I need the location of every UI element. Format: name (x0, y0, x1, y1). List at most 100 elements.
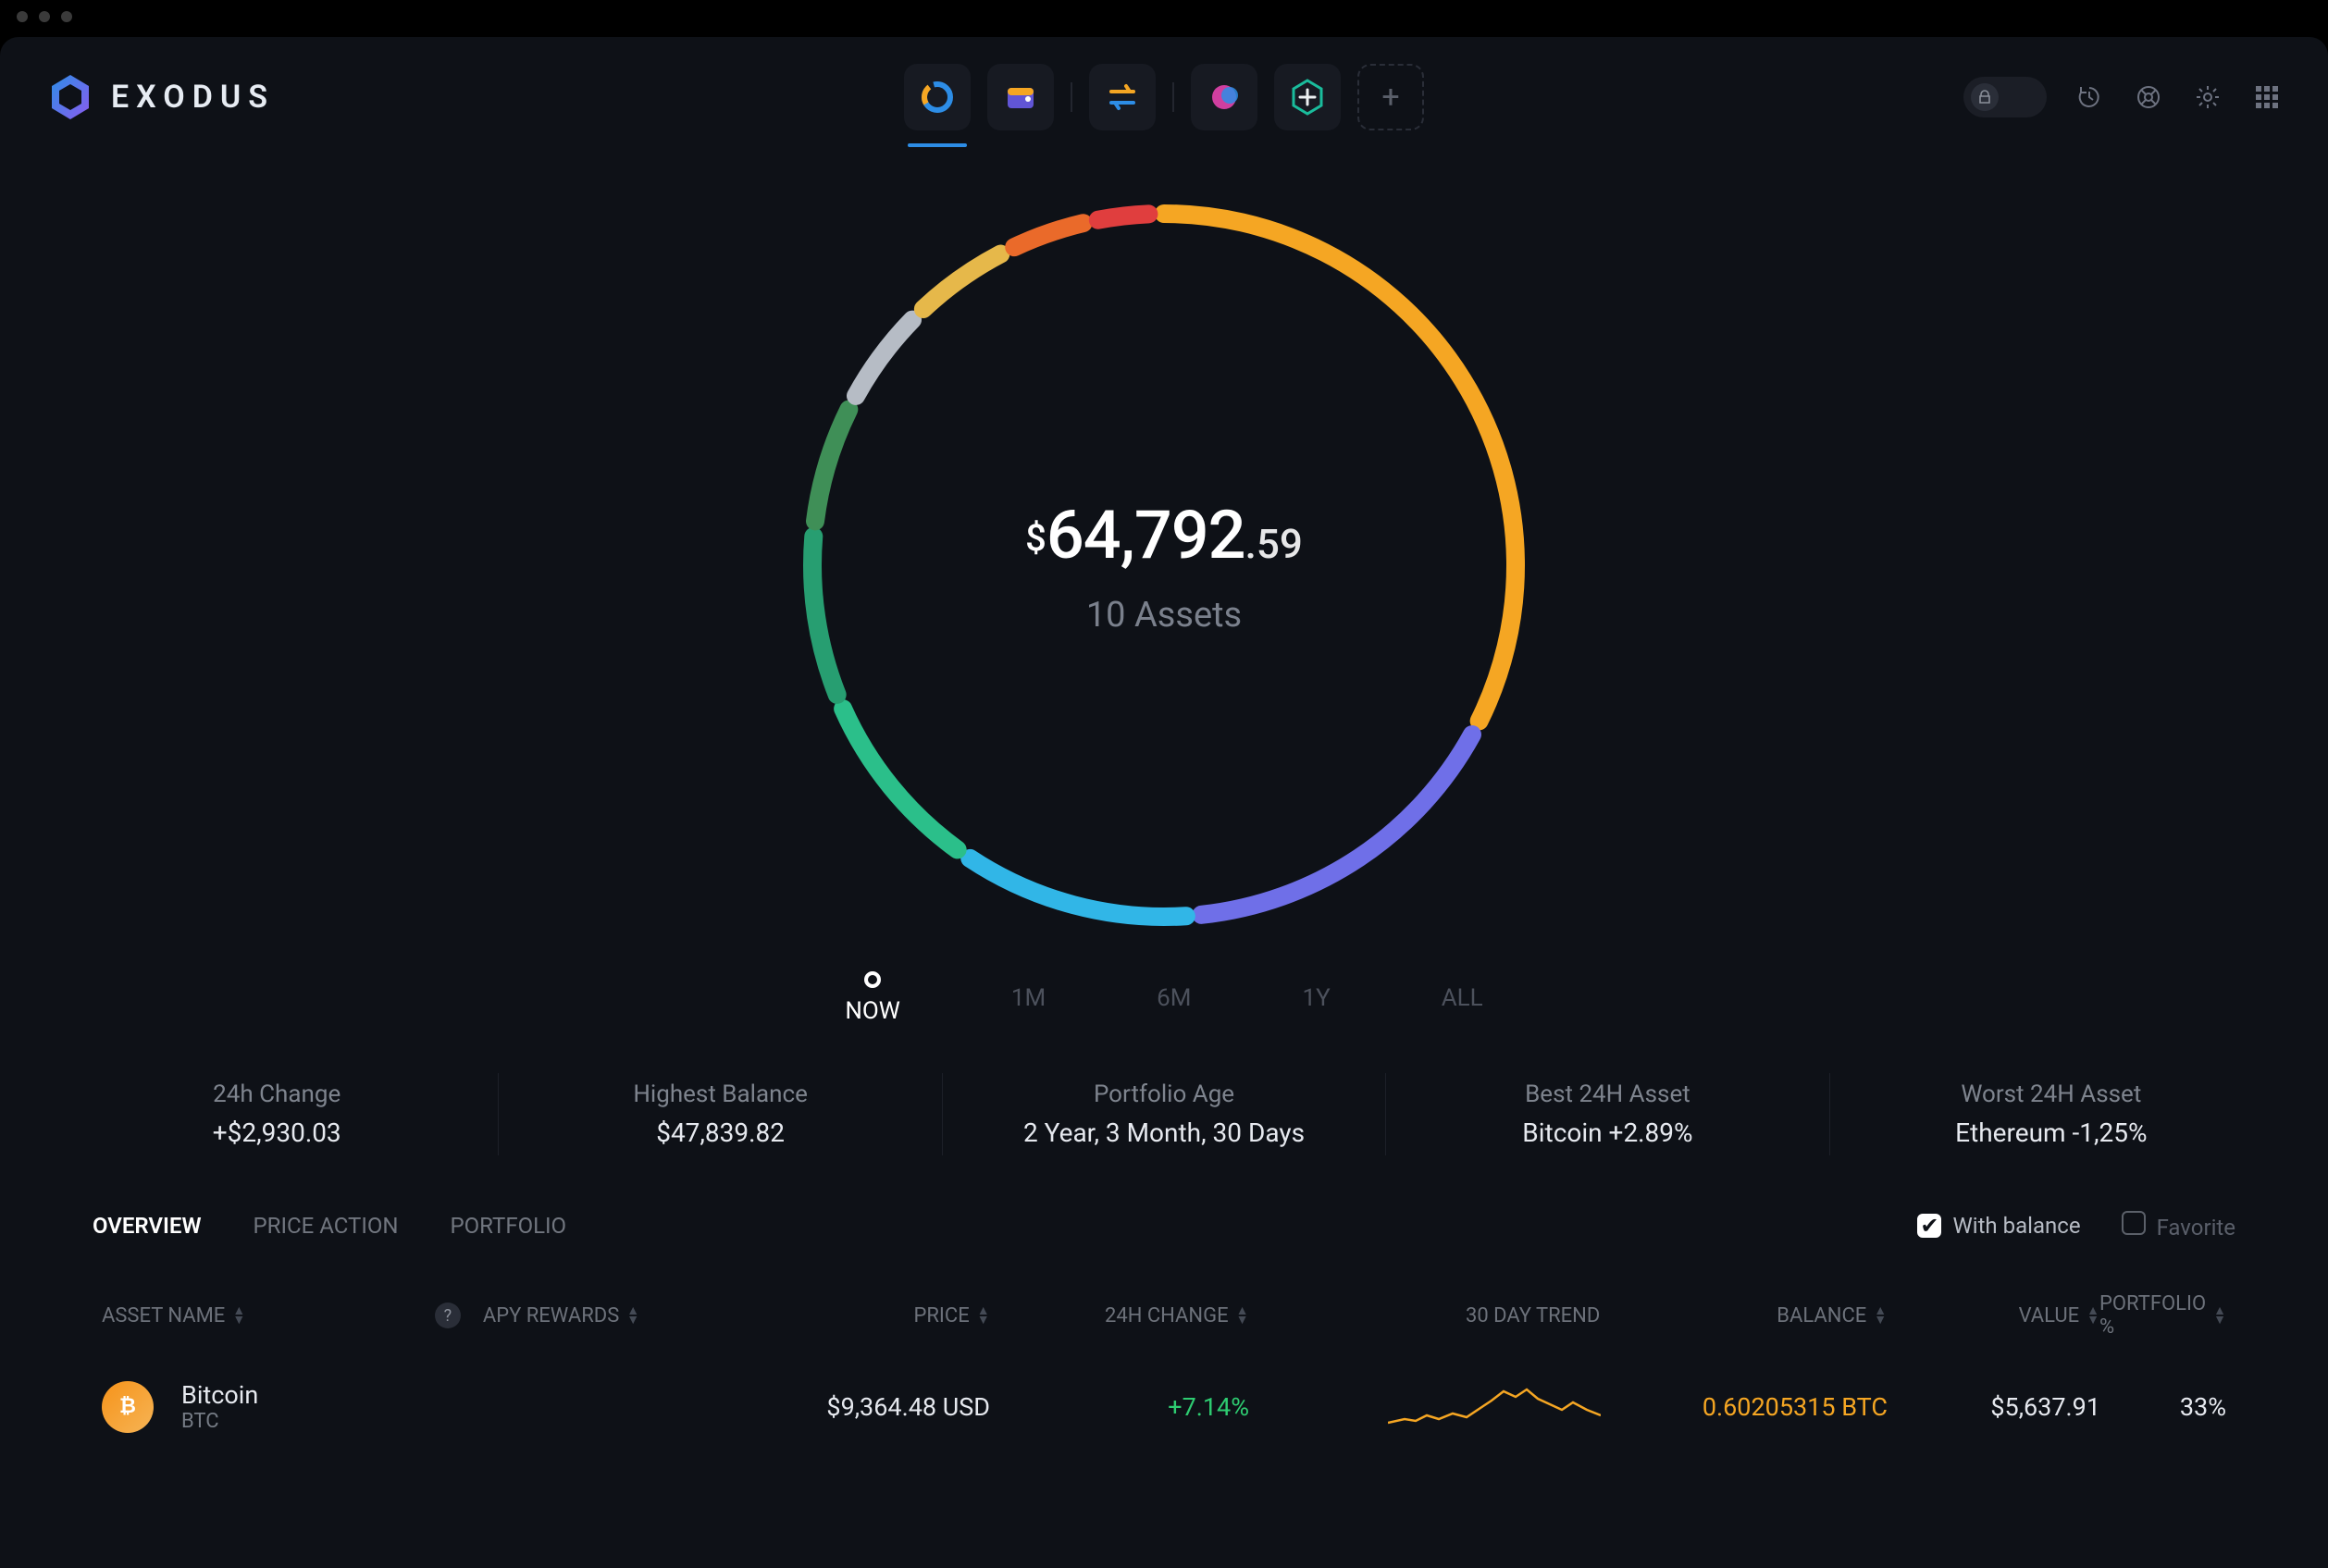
brand-name: EXODUS (111, 79, 275, 116)
top-right (1963, 77, 2284, 117)
tab-portfolio[interactable]: PORTFOLIO (451, 1213, 567, 1239)
col-asset-name[interactable]: ASSET NAME▲▼ (102, 1304, 435, 1327)
nav-separator (1172, 82, 1174, 112)
filter-with-balance[interactable]: ✔ With balance (1917, 1213, 2080, 1239)
checkbox-checked-icon: ✔ (1917, 1214, 1941, 1238)
timeframe-label: 1Y (1302, 984, 1330, 1012)
balance-integer: 64,792 (1046, 496, 1245, 574)
timeframe-label: 6M (1157, 984, 1191, 1012)
stat-highest-balance: Highest Balance $47,839.82 (498, 1073, 941, 1155)
col-24h-change[interactable]: 24H CHANGE▲▼ (990, 1304, 1249, 1327)
cell-asset: ₿ Bitcoin BTC (102, 1381, 435, 1433)
currency-symbol: $ (1025, 516, 1046, 560)
lock-icon (1971, 83, 1999, 111)
stat-24h-change: 24h Change +$2,930.03 (56, 1073, 498, 1155)
filter-label: Favorite (2157, 1215, 2235, 1241)
support-button[interactable] (2132, 80, 2165, 114)
nav-exchange[interactable] (1089, 64, 1156, 130)
balance-decimal: .59 (1245, 520, 1303, 568)
sort-icon: ▲▼ (2087, 1306, 2099, 1325)
stat-label: Highest Balance (499, 1080, 941, 1108)
timeframe-all[interactable]: ALL (1442, 984, 1483, 1012)
nav-apps[interactable] (1274, 64, 1341, 130)
tab-price-action[interactable]: PRICE ACTION (254, 1213, 399, 1239)
table-filters: ✔ With balance Favorite (1917, 1211, 2235, 1241)
cell-balance: 0.60205315 BTC (1601, 1392, 1888, 1422)
col-portfolio-pct[interactable]: PORTFOLIO %▲▼ (2099, 1292, 2226, 1339)
stat-label: Best 24H Asset (1386, 1080, 1828, 1108)
hex-plus-icon (1288, 78, 1327, 117)
ring-icon (919, 79, 956, 116)
stat-value: Ethereum -1,25% (1830, 1117, 2272, 1148)
stat-best-asset: Best 24H Asset Bitcoin +2.89% (1385, 1073, 1828, 1155)
window-zoom-icon[interactable] (61, 11, 72, 22)
cell-trend (1249, 1382, 1601, 1432)
wallet-icon (1002, 79, 1039, 116)
sort-icon: ▲▼ (1874, 1306, 1887, 1325)
timeframe-now[interactable]: NOW (845, 971, 900, 1025)
tab-overview[interactable]: OVERVIEW (93, 1213, 202, 1239)
plus-icon: + (1381, 79, 1399, 116)
face-icon (1206, 79, 1243, 116)
cell-pct: 33% (2100, 1392, 2226, 1422)
timeframe-label: ALL (1442, 984, 1483, 1012)
window-close-icon[interactable] (17, 11, 28, 22)
nav-center: + (904, 64, 1424, 130)
history-button[interactable] (2073, 80, 2106, 114)
settings-button[interactable] (2191, 80, 2224, 114)
timeframe-1y[interactable]: 1Y (1302, 984, 1330, 1012)
main-content: $64,792.59 10 Assets NOW 1M 6M 1Y ALL 24… (0, 157, 2328, 1568)
cell-value: $5,637.91 (1888, 1392, 2100, 1422)
apps-grid-button[interactable] (2250, 80, 2284, 114)
svg-text:₿: ₿ (119, 1395, 136, 1418)
timeframe-label: NOW (845, 997, 900, 1025)
nav-separator (1071, 82, 1072, 112)
stat-value: +$2,930.03 (56, 1117, 498, 1148)
stat-label: 24h Change (56, 1080, 498, 1108)
stat-value: 2 Year, 3 Month, 30 Days (943, 1117, 1385, 1148)
col-price[interactable]: PRICE▲▼ (685, 1304, 990, 1327)
lock-toggle[interactable] (1963, 77, 2047, 117)
help-icon[interactable]: ? (435, 1303, 461, 1328)
bitcoin-icon: ₿ (102, 1381, 154, 1433)
col-balance[interactable]: BALANCE▲▼ (1600, 1304, 1887, 1327)
grid-icon (2254, 84, 2280, 110)
app-frame: EXODUS (0, 37, 2328, 1568)
assets-count: 10 Assets (1025, 595, 1303, 636)
portfolio-donut[interactable]: $64,792.59 10 Assets (789, 191, 1539, 940)
timeframe-active-dot-icon (864, 971, 881, 988)
col-value[interactable]: VALUE▲▼ (1887, 1304, 2099, 1327)
sort-icon: ▲▼ (626, 1306, 639, 1325)
total-balance: $64,792.59 (1025, 496, 1303, 574)
asset-symbol: BTC (181, 1410, 258, 1433)
assets-table: OVERVIEW PRICE ACTION PORTFOLIO ✔ With ba… (0, 1155, 2328, 1450)
stat-label: Worst 24H Asset (1830, 1080, 2272, 1108)
sort-icon: ▲▼ (2213, 1306, 2226, 1325)
col-apy[interactable]: ?APY REWARDS▲▼ (435, 1303, 685, 1328)
sort-icon: ▲▼ (1236, 1306, 1249, 1325)
stat-value: Bitcoin +2.89% (1386, 1117, 1828, 1148)
nav-profile[interactable] (1191, 64, 1257, 130)
timeframe-6m[interactable]: 6M (1157, 984, 1191, 1012)
cell-price: $9,364.48 USD (685, 1392, 990, 1422)
stat-label: Portfolio Age (943, 1080, 1385, 1108)
swap-icon (1104, 79, 1141, 116)
timeframe-1m[interactable]: 1M (1011, 984, 1046, 1012)
stat-worst-asset: Worst 24H Asset Ethereum -1,25% (1829, 1073, 2272, 1155)
stat-value: $47,839.82 (499, 1117, 941, 1148)
cell-change: +7.14% (990, 1392, 1249, 1422)
col-trend: 30 DAY TREND (1248, 1304, 1600, 1327)
history-icon (2075, 83, 2103, 111)
filter-label: With balance (1952, 1213, 2080, 1239)
timeframe-label: 1M (1011, 984, 1046, 1012)
nav-portfolio[interactable] (904, 64, 971, 130)
sort-icon: ▲▼ (977, 1306, 990, 1325)
nav-wallet[interactable] (987, 64, 1054, 130)
filter-favorite[interactable]: Favorite (2122, 1211, 2235, 1241)
timeframe-selector: NOW 1M 6M 1Y ALL (845, 971, 1482, 1025)
window-minimize-icon[interactable] (39, 11, 50, 22)
table-row[interactable]: ₿ Bitcoin BTC $9,364.48 USD +7.14% 0.602… (93, 1376, 2235, 1450)
nav-add[interactable]: + (1357, 64, 1424, 130)
top-bar: EXODUS (0, 37, 2328, 157)
brand: EXODUS (44, 71, 275, 123)
